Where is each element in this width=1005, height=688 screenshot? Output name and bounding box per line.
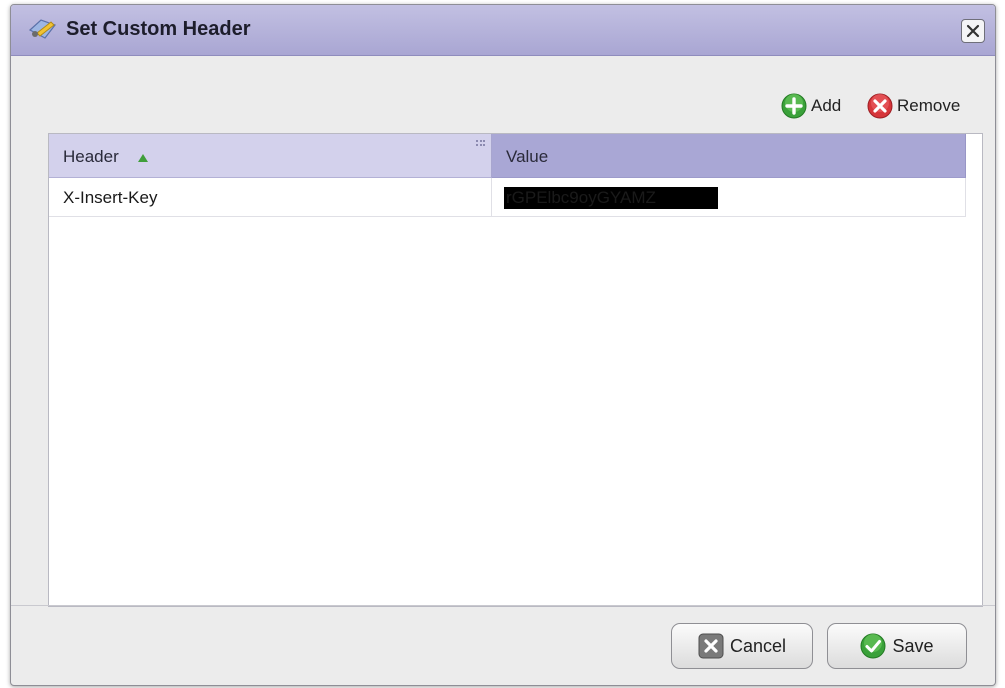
column-header-value[interactable]: Value bbox=[492, 134, 966, 178]
grid-scrollbar-track[interactable] bbox=[966, 134, 982, 606]
add-button[interactable]: Add bbox=[781, 93, 841, 119]
dialog-tools-icon bbox=[28, 19, 56, 39]
column-menu-grip-icon[interactable] bbox=[475, 139, 485, 149]
plus-circle-icon bbox=[781, 93, 807, 119]
set-custom-header-dialog: Set Custom Header Add Remove Header Valu… bbox=[10, 4, 996, 686]
column-header-header[interactable]: Header bbox=[49, 134, 492, 178]
column-header-label: Value bbox=[506, 147, 549, 166]
remove-button-label: Remove bbox=[897, 96, 961, 115]
cancel-button[interactable]: Cancel bbox=[671, 623, 813, 669]
table-row[interactable]: X-Insert-Key rGPElbc9oyGYAMZ bbox=[49, 178, 966, 217]
save-button[interactable]: Save bbox=[827, 623, 967, 669]
cancel-x-icon bbox=[698, 633, 724, 659]
header-cell-text: X-Insert-Key bbox=[63, 188, 158, 207]
header-cell[interactable]: X-Insert-Key bbox=[49, 178, 492, 216]
dialog-title: Set Custom Header bbox=[66, 18, 251, 40]
sort-ascending-icon bbox=[138, 154, 148, 162]
close-button[interactable] bbox=[961, 19, 985, 43]
value-cell[interactable]: rGPElbc9oyGYAMZ bbox=[492, 178, 966, 216]
value-cell-text: rGPElbc9oyGYAMZ bbox=[506, 188, 656, 207]
save-button-label: Save bbox=[892, 635, 934, 656]
custom-header-grid: Header Value X-Insert-Key rGPElbc9oyGYAM… bbox=[48, 133, 983, 607]
add-button-label: Add bbox=[811, 96, 842, 115]
dialog-titlebar: Set Custom Header bbox=[11, 5, 995, 56]
footer-divider bbox=[11, 605, 995, 606]
cancel-button-label: Cancel bbox=[729, 635, 787, 656]
remove-button[interactable]: Remove bbox=[867, 93, 960, 119]
checkmark-circle-icon bbox=[860, 633, 886, 659]
grid-header-row: Header Value bbox=[49, 134, 982, 178]
column-header-label: Header bbox=[63, 147, 119, 166]
close-icon bbox=[966, 24, 980, 38]
x-circle-icon bbox=[867, 93, 893, 119]
